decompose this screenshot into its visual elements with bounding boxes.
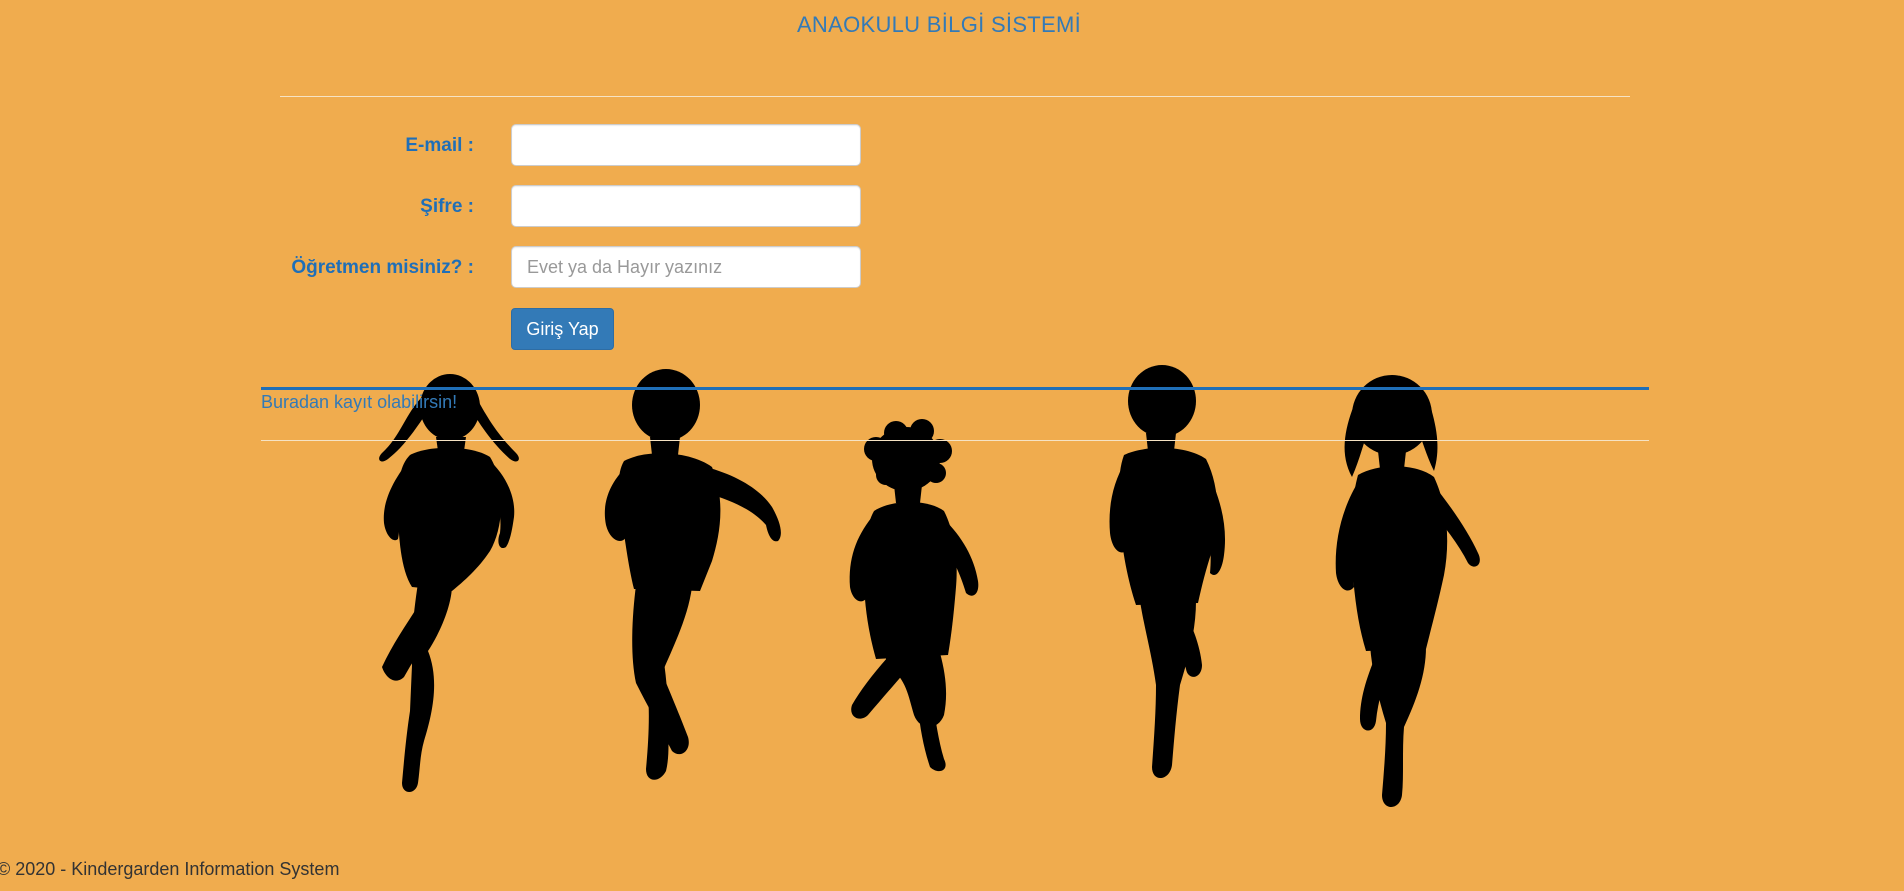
register-divider	[261, 387, 1649, 390]
child-silhouette-1	[379, 374, 519, 792]
footer-copyright: © 2020 - Kindergarden Information System	[0, 859, 340, 879]
register-link[interactable]: Buradan kayıt olabilirsin!	[261, 392, 457, 413]
page-title: ANAOKULU BİLGİ SİSTEMİ	[796, 12, 1082, 37]
email-field[interactable]	[511, 124, 861, 166]
top-divider	[280, 96, 1630, 97]
child-silhouette-3	[849, 419, 979, 772]
teacher-field[interactable]	[511, 246, 861, 288]
running-children-illustration	[379, 365, 1480, 807]
bottom-divider	[261, 440, 1649, 441]
email-label: E-mail :	[405, 135, 474, 156]
child-silhouette-4	[1109, 365, 1226, 779]
teacher-row: Öğretmen misiniz? :	[0, 246, 900, 290]
email-row: E-mail :	[0, 124, 900, 168]
password-field[interactable]	[511, 185, 861, 227]
child-silhouette-2	[604, 369, 781, 780]
password-label: Şifre :	[420, 196, 474, 217]
password-row: Şifre :	[0, 185, 900, 229]
login-button[interactable]: Giriş Yap	[511, 308, 614, 350]
teacher-label: Öğretmen misiniz? :	[291, 257, 474, 278]
